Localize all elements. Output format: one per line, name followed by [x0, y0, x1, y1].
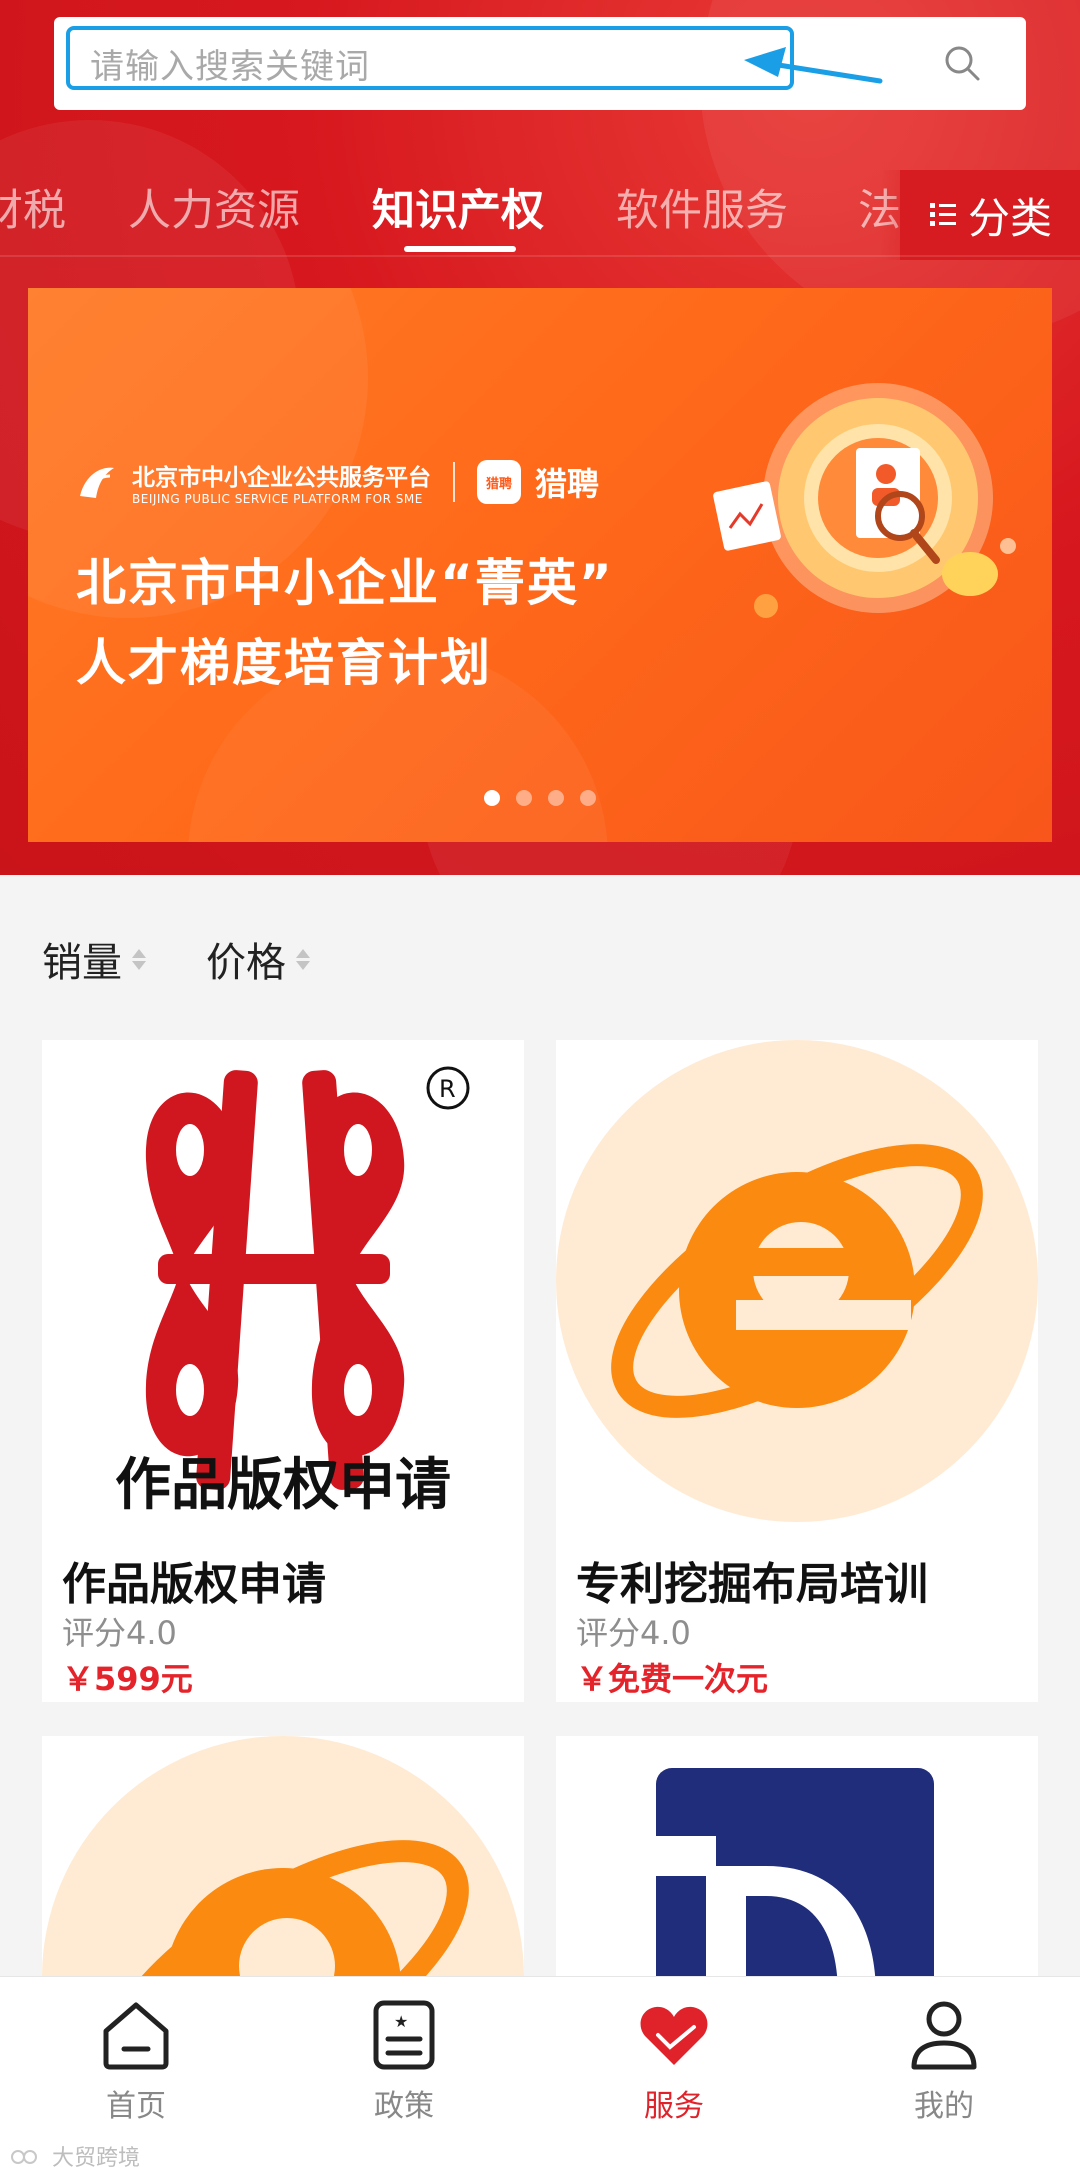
- search-input[interactable]: 请输入搜索关键词: [90, 39, 370, 88]
- tab-intellectual-property[interactable]: 知识产权: [372, 176, 544, 238]
- page: 请输入搜索关键词 财税 人力资源 知识产权 软件服务 法: [0, 0, 1080, 2174]
- banner-pagination: [28, 790, 1052, 806]
- header-area: 请输入搜索关键词 财税 人力资源 知识产权 软件服务 法: [0, 0, 1080, 875]
- home-icon: [103, 2002, 169, 2070]
- active-tab-indicator: [404, 246, 516, 252]
- tabbar-profile[interactable]: 我的: [874, 1997, 1014, 2125]
- search-bar[interactable]: 请输入搜索关键词: [54, 17, 1026, 110]
- tabbar-services[interactable]: 服务: [604, 1997, 744, 2125]
- tabbar-label: 我的: [914, 2089, 974, 2124]
- tab-finance-tax[interactable]: 财税: [0, 176, 66, 238]
- pagination-dot[interactable]: [580, 790, 596, 806]
- category-button[interactable]: 分类: [900, 170, 1080, 260]
- partner-name: 猎聘: [535, 465, 600, 503]
- svg-text:★: ★: [394, 2012, 408, 2031]
- banner-title-line1: 北京市中小企业“菁英”: [76, 554, 614, 612]
- product-image: [42, 1736, 524, 1976]
- tab-divider: [0, 255, 1080, 257]
- sort-sales-label: 销量: [42, 940, 122, 986]
- grid-list-icon: [929, 203, 956, 226]
- product-title: 作品版权申请: [62, 1559, 326, 1610]
- product-card[interactable]: 专利挖掘布局培训 评分4.0 ￥免费一次元: [556, 1040, 1038, 1702]
- product-rating: 评分4.0: [576, 1614, 691, 1652]
- talent-search-illustration: [713, 383, 1016, 618]
- banner-logos: 北京市中小企业公共服务平台 BEIJING PUBLIC SERVICE PLA…: [76, 458, 599, 506]
- e-logo-icon: [42, 1736, 524, 1976]
- pagination-dot[interactable]: [516, 790, 532, 806]
- tab-human-resources[interactable]: 人力资源: [128, 176, 300, 238]
- watermark: 大贸跨境: [10, 2140, 140, 2172]
- product-card[interactable]: [556, 1736, 1038, 1976]
- sort-price-label: 价格: [206, 940, 286, 986]
- bottom-tab-bar: 首页 ★ 政策 服务 我的: [0, 1976, 1080, 2174]
- product-card[interactable]: [42, 1736, 524, 1976]
- user-icon: [911, 2001, 977, 2070]
- liepin-logo-icon: 猎聘: [477, 460, 521, 504]
- tabbar-label: 首页: [106, 2089, 166, 2124]
- pagination-dot[interactable]: [548, 790, 564, 806]
- svg-text:R: R: [439, 1075, 456, 1103]
- product-image: [556, 1736, 1038, 1976]
- tabbar-label: 服务: [644, 2089, 704, 2124]
- logo-separator: [453, 462, 455, 502]
- d-logo-icon: [656, 1768, 934, 1976]
- platform-name-en: BEIJING PUBLIC SERVICE PLATFORM FOR SME: [132, 492, 423, 506]
- annotation-arrow-icon: [744, 47, 883, 84]
- pagination-dot[interactable]: [484, 790, 500, 806]
- tab-software-services[interactable]: 软件服务: [616, 176, 788, 238]
- watermark-text: 大贸跨境: [52, 2146, 141, 2171]
- category-tabs: 财税 人力资源 知识产权 软件服务 法 分类: [0, 170, 1080, 260]
- tabbar-label: 政策: [374, 2089, 434, 2124]
- search-icon[interactable]: [942, 43, 982, 83]
- sort-by-price[interactable]: 价格: [206, 930, 310, 988]
- e-logo-icon: [556, 1040, 1038, 1522]
- product-image-caption: 作品版权申请: [115, 1453, 451, 1518]
- product-price: ￥免费一次元: [576, 1660, 769, 1698]
- product-rating: 评分4.0: [62, 1614, 177, 1652]
- product-image: [556, 1040, 1038, 1522]
- heart-hand-icon: [640, 2006, 708, 2065]
- banner-title-line2: 人才梯度培育计划: [76, 634, 492, 692]
- promo-banner[interactable]: 北京市中小企业公共服务平台 BEIJING PUBLIC SERVICE PLA…: [28, 288, 1052, 842]
- watermark-logo-icon: [11, 2150, 37, 2164]
- sort-arrows-icon: [132, 948, 146, 970]
- sort-bar: 销量 价格: [0, 930, 1080, 1010]
- platform-logo-icon: [80, 467, 114, 498]
- sort-by-sales[interactable]: 销量: [42, 930, 146, 988]
- product-price: ￥599元: [62, 1660, 193, 1698]
- sort-arrows-icon: [296, 948, 310, 970]
- product-card[interactable]: R 作品版权申请 作品版权申请 评分4.0 ￥599元: [42, 1040, 524, 1702]
- category-label: 分类: [967, 193, 1052, 243]
- policy-document-icon: ★: [373, 2000, 435, 2070]
- tabbar-home[interactable]: 首页: [66, 1997, 206, 2125]
- product-image: R 作品版权申请: [42, 1040, 524, 1522]
- product-title: 专利挖掘布局培训: [576, 1559, 928, 1610]
- tabbar-policy[interactable]: ★ 政策: [334, 1997, 474, 2125]
- platform-name: 北京市中小企业公共服务平台: [132, 465, 431, 491]
